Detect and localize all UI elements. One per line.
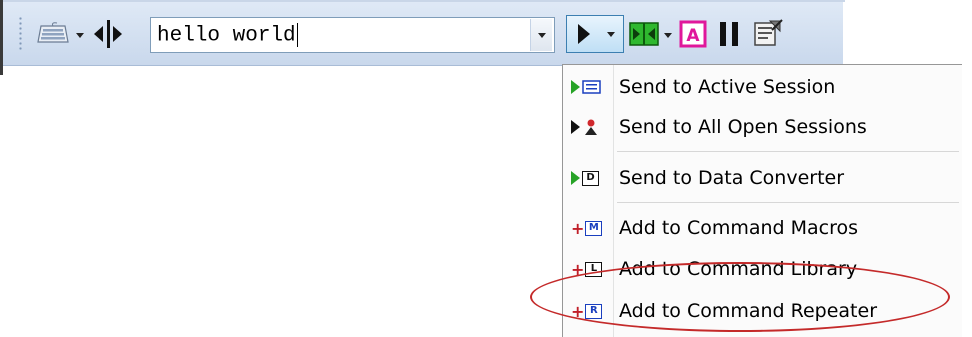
menu-item-label: Add to Command Macros xyxy=(619,217,859,239)
send-data-icon: D xyxy=(571,166,607,190)
keyboard-dropdown-arrow[interactable] xyxy=(73,30,87,40)
toolbar-grip[interactable] xyxy=(19,16,22,52)
menu-item-add-library[interactable]: + L Add to Command Library xyxy=(563,249,961,289)
properties-icon[interactable] xyxy=(751,16,785,50)
menu-item-label: Send to Active Session xyxy=(619,76,836,98)
menu-separator xyxy=(617,202,959,203)
menu-item-send-active[interactable]: Send to Active Session xyxy=(563,67,961,107)
command-input[interactable]: hello world xyxy=(150,17,555,53)
send-button[interactable] xyxy=(566,15,624,53)
menu-item-label: Add to Command Repeater xyxy=(619,300,878,322)
menu-item-label: Add to Command Library xyxy=(619,258,858,280)
menu-item-add-repeater[interactable]: + R Add to Command Repeater xyxy=(563,291,961,331)
keyboard-icon[interactable] xyxy=(35,22,71,46)
split-icon[interactable] xyxy=(629,21,659,47)
send-dropdown-menu: Send to Active Session Send to All Open … xyxy=(562,64,962,337)
menu-item-label: Send to Data Converter xyxy=(619,167,845,189)
menu-item-add-macros[interactable]: + M Add to Command Macros xyxy=(563,208,961,248)
menu-item-send-data-converter[interactable]: D Send to Data Converter xyxy=(563,158,961,198)
menu-separator xyxy=(617,151,959,152)
send-active-icon xyxy=(571,75,607,99)
pause-icon[interactable] xyxy=(715,20,743,48)
svg-text:A: A xyxy=(686,26,700,46)
chevron-down-icon xyxy=(537,32,546,38)
history-divider xyxy=(107,20,110,48)
add-macro-icon: + M xyxy=(571,216,607,240)
split-dropdown-arrow[interactable] xyxy=(662,30,674,40)
play-icon xyxy=(578,24,590,44)
command-toolbar: hello world A xyxy=(3,2,843,66)
command-history-dropdown[interactable] xyxy=(530,19,552,51)
letter-a-icon[interactable]: A xyxy=(679,20,707,48)
command-input-value[interactable]: hello world xyxy=(151,22,530,47)
send-dropdown-arrow[interactable] xyxy=(607,31,615,37)
menu-item-label: Send to All Open Sessions xyxy=(619,116,867,138)
menu-item-send-all[interactable]: Send to All Open Sessions xyxy=(563,107,961,147)
send-all-icon xyxy=(571,115,607,139)
add-library-icon: + L xyxy=(571,257,607,281)
previous-arrow-icon[interactable] xyxy=(91,21,105,47)
add-repeater-icon: + R xyxy=(571,299,607,323)
next-arrow-icon[interactable] xyxy=(111,21,125,47)
